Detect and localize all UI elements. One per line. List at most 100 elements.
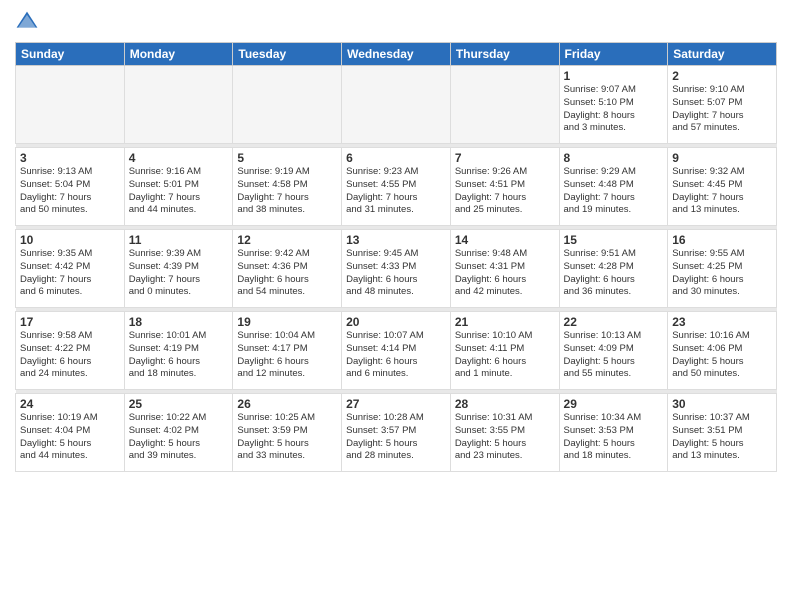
day-number: 21 — [455, 315, 555, 329]
day-number: 20 — [346, 315, 446, 329]
day-number: 2 — [672, 69, 772, 83]
day-number: 19 — [237, 315, 337, 329]
calendar-cell: 5Sunrise: 9:19 AM Sunset: 4:58 PM Daylig… — [233, 148, 342, 226]
day-number: 14 — [455, 233, 555, 247]
day-info: Sunrise: 9:42 AM Sunset: 4:36 PM Dayligh… — [237, 248, 337, 299]
day-info: Sunrise: 10:37 AM Sunset: 3:51 PM Daylig… — [672, 412, 772, 463]
calendar-cell: 16Sunrise: 9:55 AM Sunset: 4:25 PM Dayli… — [668, 230, 777, 308]
calendar-week-row-3: 17Sunrise: 9:58 AM Sunset: 4:22 PM Dayli… — [16, 312, 777, 390]
calendar-cell — [342, 66, 451, 144]
day-number: 5 — [237, 151, 337, 165]
day-info: Sunrise: 9:16 AM Sunset: 5:01 PM Dayligh… — [129, 166, 229, 217]
day-info: Sunrise: 9:10 AM Sunset: 5:07 PM Dayligh… — [672, 84, 772, 135]
day-info: Sunrise: 10:13 AM Sunset: 4:09 PM Daylig… — [564, 330, 664, 381]
day-number: 17 — [20, 315, 120, 329]
calendar-week-row-0: 1Sunrise: 9:07 AM Sunset: 5:10 PM Daylig… — [16, 66, 777, 144]
weekday-header-monday: Monday — [124, 43, 233, 66]
calendar-cell: 11Sunrise: 9:39 AM Sunset: 4:39 PM Dayli… — [124, 230, 233, 308]
calendar-cell: 8Sunrise: 9:29 AM Sunset: 4:48 PM Daylig… — [559, 148, 668, 226]
day-info: Sunrise: 9:29 AM Sunset: 4:48 PM Dayligh… — [564, 166, 664, 217]
calendar-cell: 23Sunrise: 10:16 AM Sunset: 4:06 PM Dayl… — [668, 312, 777, 390]
day-info: Sunrise: 10:10 AM Sunset: 4:11 PM Daylig… — [455, 330, 555, 381]
header — [15, 10, 777, 34]
weekday-header-sunday: Sunday — [16, 43, 125, 66]
day-number: 18 — [129, 315, 229, 329]
calendar-cell: 3Sunrise: 9:13 AM Sunset: 5:04 PM Daylig… — [16, 148, 125, 226]
calendar-cell: 20Sunrise: 10:07 AM Sunset: 4:14 PM Dayl… — [342, 312, 451, 390]
day-info: Sunrise: 9:23 AM Sunset: 4:55 PM Dayligh… — [346, 166, 446, 217]
day-info: Sunrise: 10:07 AM Sunset: 4:14 PM Daylig… — [346, 330, 446, 381]
day-number: 16 — [672, 233, 772, 247]
calendar-cell — [450, 66, 559, 144]
day-info: Sunrise: 9:39 AM Sunset: 4:39 PM Dayligh… — [129, 248, 229, 299]
day-number: 22 — [564, 315, 664, 329]
day-info: Sunrise: 9:35 AM Sunset: 4:42 PM Dayligh… — [20, 248, 120, 299]
day-number: 24 — [20, 397, 120, 411]
calendar-cell — [124, 66, 233, 144]
day-number: 29 — [564, 397, 664, 411]
calendar-cell: 1Sunrise: 9:07 AM Sunset: 5:10 PM Daylig… — [559, 66, 668, 144]
day-info: Sunrise: 9:19 AM Sunset: 4:58 PM Dayligh… — [237, 166, 337, 217]
day-number: 15 — [564, 233, 664, 247]
calendar-cell: 12Sunrise: 9:42 AM Sunset: 4:36 PM Dayli… — [233, 230, 342, 308]
day-number: 4 — [129, 151, 229, 165]
weekday-header-tuesday: Tuesday — [233, 43, 342, 66]
day-info: Sunrise: 10:16 AM Sunset: 4:06 PM Daylig… — [672, 330, 772, 381]
calendar-cell: 6Sunrise: 9:23 AM Sunset: 4:55 PM Daylig… — [342, 148, 451, 226]
logo-icon — [15, 10, 39, 34]
weekday-header-wednesday: Wednesday — [342, 43, 451, 66]
calendar-cell: 10Sunrise: 9:35 AM Sunset: 4:42 PM Dayli… — [16, 230, 125, 308]
day-info: Sunrise: 10:25 AM Sunset: 3:59 PM Daylig… — [237, 412, 337, 463]
calendar-week-row-1: 3Sunrise: 9:13 AM Sunset: 5:04 PM Daylig… — [16, 148, 777, 226]
day-number: 26 — [237, 397, 337, 411]
calendar-cell: 4Sunrise: 9:16 AM Sunset: 5:01 PM Daylig… — [124, 148, 233, 226]
calendar-cell: 17Sunrise: 9:58 AM Sunset: 4:22 PM Dayli… — [16, 312, 125, 390]
calendar-cell: 7Sunrise: 9:26 AM Sunset: 4:51 PM Daylig… — [450, 148, 559, 226]
day-info: Sunrise: 9:07 AM Sunset: 5:10 PM Dayligh… — [564, 84, 664, 135]
day-number: 6 — [346, 151, 446, 165]
day-number: 23 — [672, 315, 772, 329]
day-number: 9 — [672, 151, 772, 165]
day-number: 28 — [455, 397, 555, 411]
weekday-header-friday: Friday — [559, 43, 668, 66]
day-info: Sunrise: 10:04 AM Sunset: 4:17 PM Daylig… — [237, 330, 337, 381]
calendar-cell: 18Sunrise: 10:01 AM Sunset: 4:19 PM Dayl… — [124, 312, 233, 390]
day-info: Sunrise: 9:13 AM Sunset: 5:04 PM Dayligh… — [20, 166, 120, 217]
day-number: 11 — [129, 233, 229, 247]
calendar-cell: 9Sunrise: 9:32 AM Sunset: 4:45 PM Daylig… — [668, 148, 777, 226]
calendar-week-row-4: 24Sunrise: 10:19 AM Sunset: 4:04 PM Dayl… — [16, 394, 777, 472]
calendar-week-row-2: 10Sunrise: 9:35 AM Sunset: 4:42 PM Dayli… — [16, 230, 777, 308]
logo — [15, 10, 43, 34]
weekday-header-thursday: Thursday — [450, 43, 559, 66]
calendar-cell — [16, 66, 125, 144]
calendar-cell: 28Sunrise: 10:31 AM Sunset: 3:55 PM Dayl… — [450, 394, 559, 472]
day-number: 3 — [20, 151, 120, 165]
day-number: 10 — [20, 233, 120, 247]
day-info: Sunrise: 10:28 AM Sunset: 3:57 PM Daylig… — [346, 412, 446, 463]
day-number: 12 — [237, 233, 337, 247]
day-number: 13 — [346, 233, 446, 247]
calendar-cell: 13Sunrise: 9:45 AM Sunset: 4:33 PM Dayli… — [342, 230, 451, 308]
day-number: 27 — [346, 397, 446, 411]
weekday-header-saturday: Saturday — [668, 43, 777, 66]
calendar-table: SundayMondayTuesdayWednesdayThursdayFrid… — [15, 42, 777, 472]
calendar-cell: 21Sunrise: 10:10 AM Sunset: 4:11 PM Dayl… — [450, 312, 559, 390]
day-info: Sunrise: 10:22 AM Sunset: 4:02 PM Daylig… — [129, 412, 229, 463]
calendar-cell: 27Sunrise: 10:28 AM Sunset: 3:57 PM Dayl… — [342, 394, 451, 472]
calendar-cell: 15Sunrise: 9:51 AM Sunset: 4:28 PM Dayli… — [559, 230, 668, 308]
day-info: Sunrise: 10:31 AM Sunset: 3:55 PM Daylig… — [455, 412, 555, 463]
day-info: Sunrise: 9:55 AM Sunset: 4:25 PM Dayligh… — [672, 248, 772, 299]
calendar-cell: 26Sunrise: 10:25 AM Sunset: 3:59 PM Dayl… — [233, 394, 342, 472]
calendar-cell: 14Sunrise: 9:48 AM Sunset: 4:31 PM Dayli… — [450, 230, 559, 308]
calendar-cell — [233, 66, 342, 144]
page: SundayMondayTuesdayWednesdayThursdayFrid… — [0, 0, 792, 612]
calendar-cell: 24Sunrise: 10:19 AM Sunset: 4:04 PM Dayl… — [16, 394, 125, 472]
calendar-cell: 2Sunrise: 9:10 AM Sunset: 5:07 PM Daylig… — [668, 66, 777, 144]
day-info: Sunrise: 9:26 AM Sunset: 4:51 PM Dayligh… — [455, 166, 555, 217]
calendar-cell: 22Sunrise: 10:13 AM Sunset: 4:09 PM Dayl… — [559, 312, 668, 390]
calendar-cell: 19Sunrise: 10:04 AM Sunset: 4:17 PM Dayl… — [233, 312, 342, 390]
day-info: Sunrise: 10:34 AM Sunset: 3:53 PM Daylig… — [564, 412, 664, 463]
day-info: Sunrise: 9:32 AM Sunset: 4:45 PM Dayligh… — [672, 166, 772, 217]
day-number: 7 — [455, 151, 555, 165]
day-info: Sunrise: 10:19 AM Sunset: 4:04 PM Daylig… — [20, 412, 120, 463]
